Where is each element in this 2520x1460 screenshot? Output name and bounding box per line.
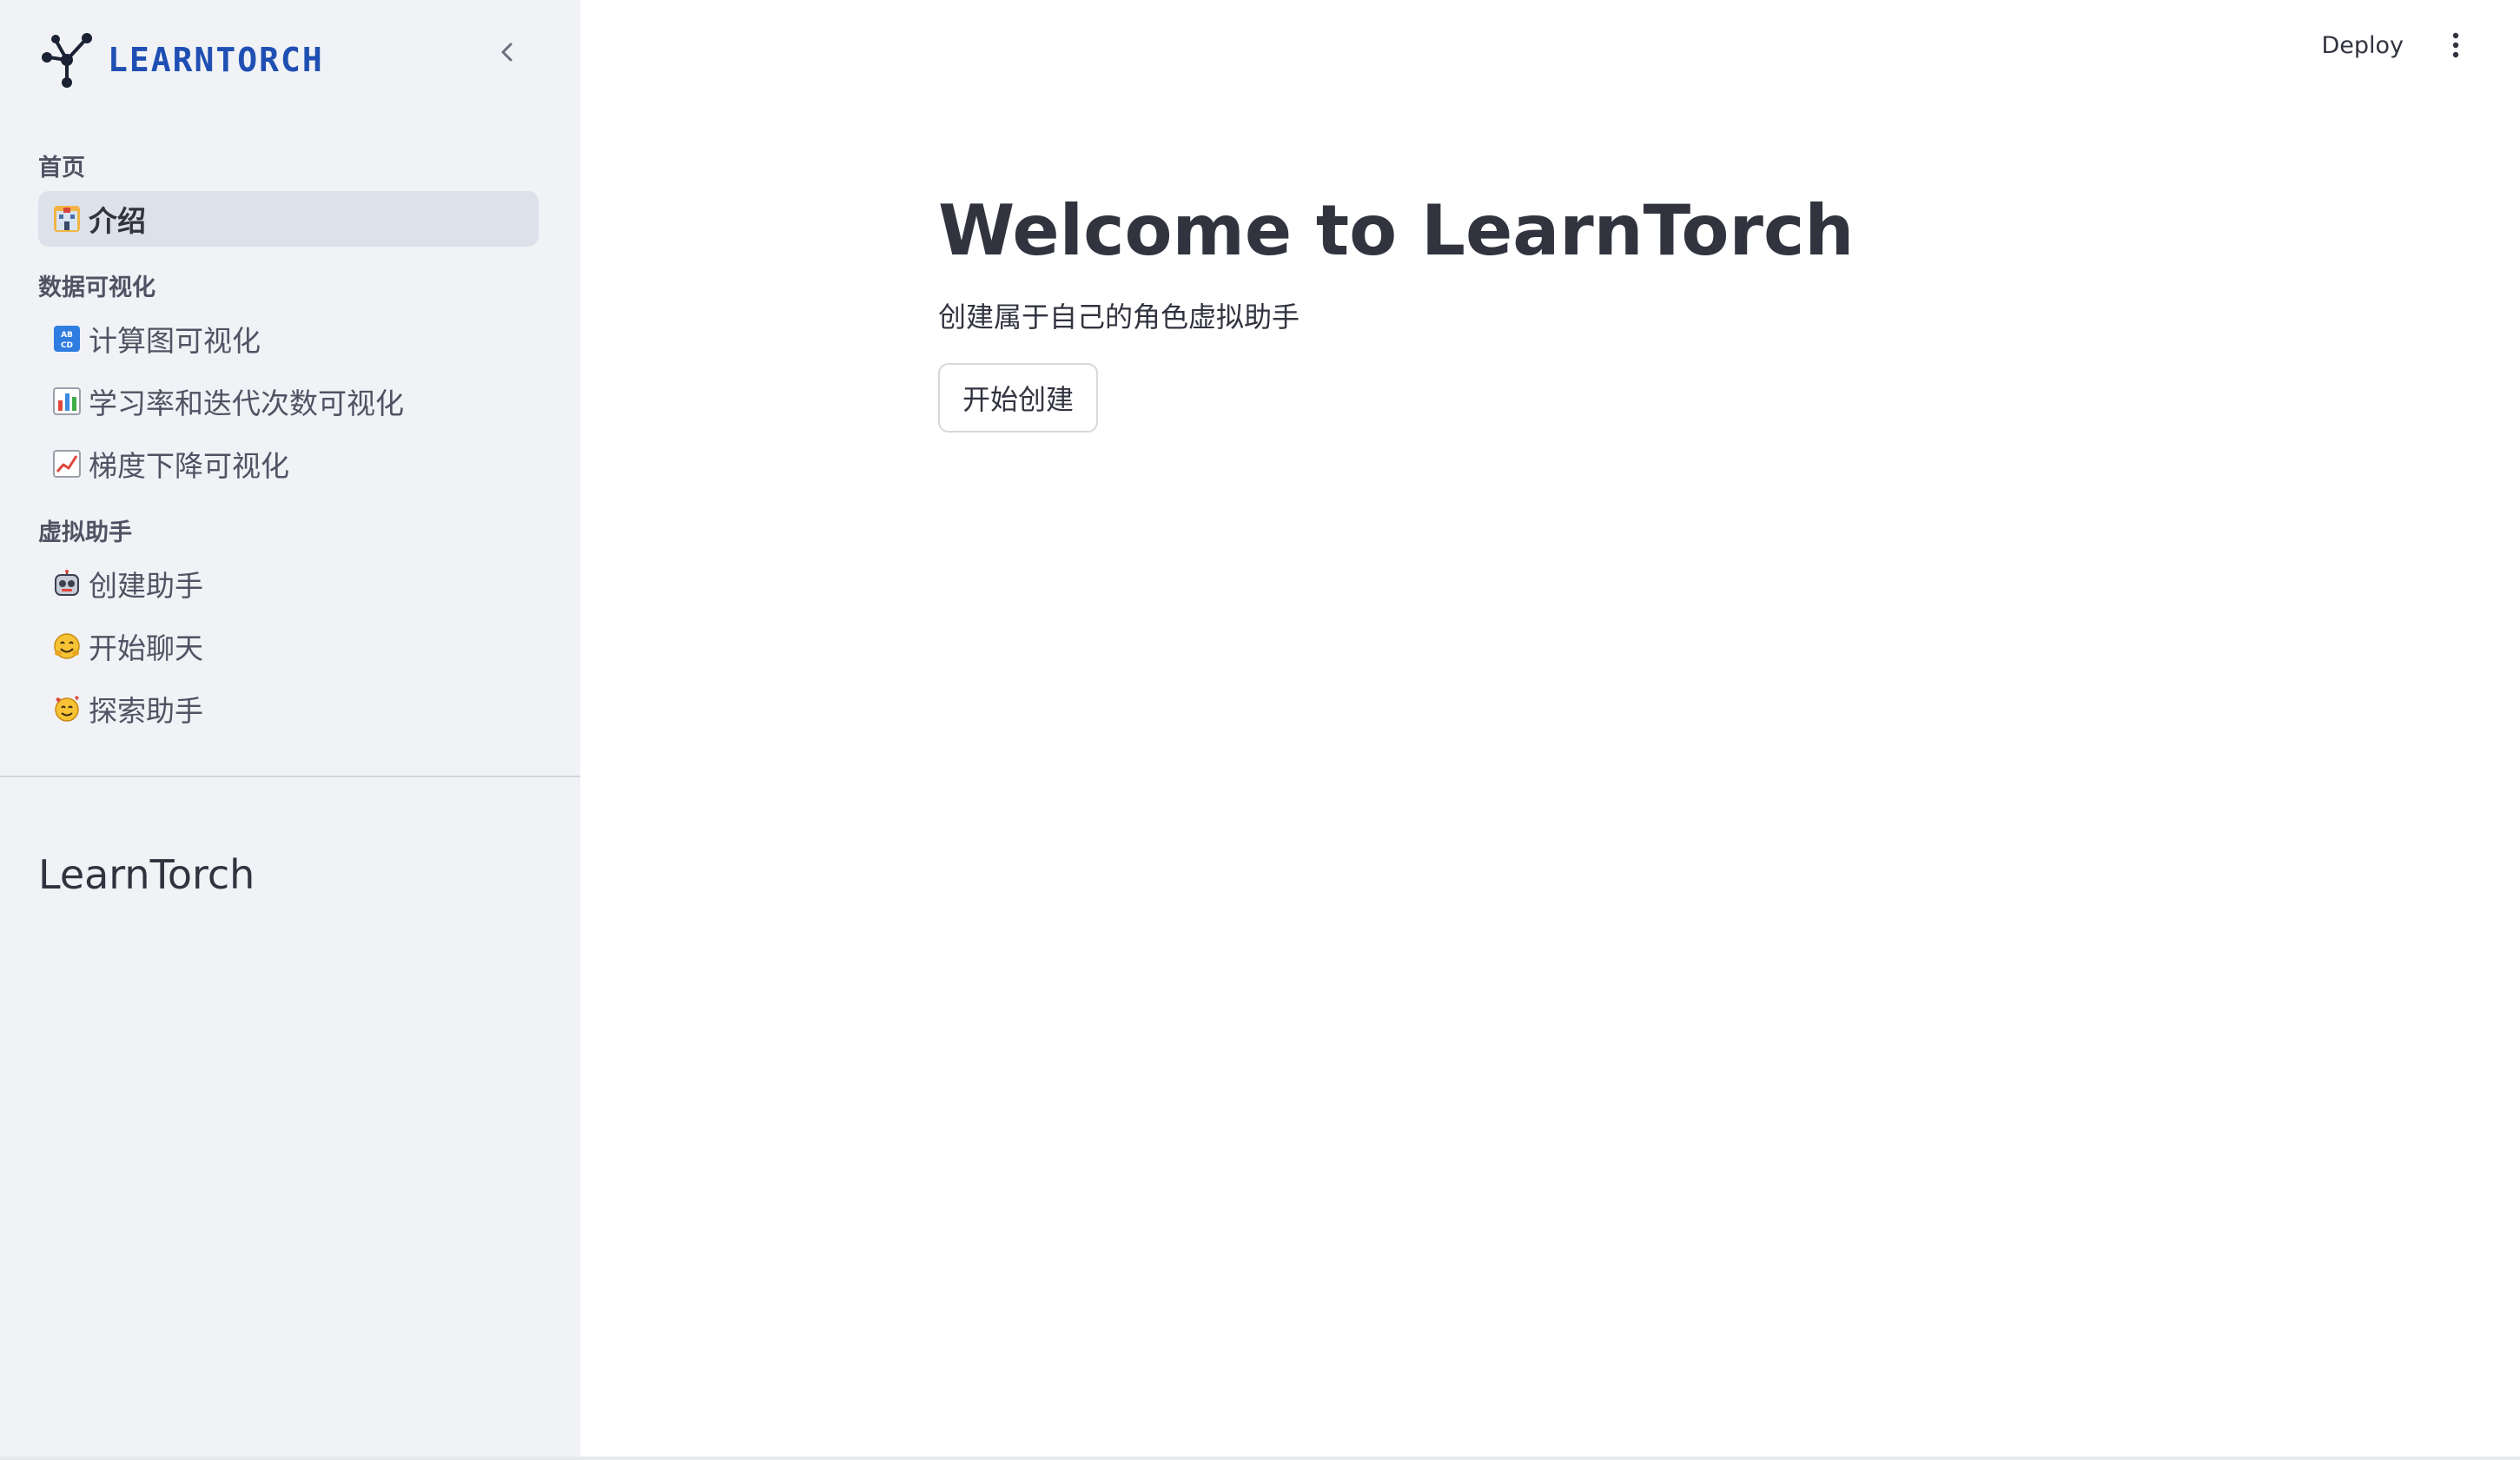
sidebar-item-explore-assistant[interactable]: 探索助手 bbox=[38, 681, 539, 737]
sidebar-item-create-assistant[interactable]: 创建助手 bbox=[38, 556, 539, 611]
page-subtitle: 创建属于自己的角色虚拟助手 bbox=[938, 301, 1300, 334]
page-title: Welcome to LearnTorch bbox=[938, 190, 1855, 271]
sidebar: LEARNTORCH 首页 介绍 数据可视化 AB CD 计算图可视化 学习率和… bbox=[0, 0, 580, 1460]
sidebar-nav: 首页 介绍 数据可视化 AB CD 计算图可视化 学习率和迭代次数可视化 梯度下… bbox=[38, 146, 539, 743]
hugging-face-icon bbox=[52, 631, 82, 661]
window-bottom-border bbox=[0, 1457, 2520, 1460]
nav-section-title-assistant: 虚拟助手 bbox=[38, 519, 132, 546]
smiling-face-hearts-icon bbox=[52, 694, 82, 723]
network-graph-icon bbox=[42, 33, 92, 88]
chevron-left-icon bbox=[501, 43, 513, 62]
main-menu-button[interactable] bbox=[2437, 26, 2475, 64]
sidebar-item-label: 梯度下降可视化 bbox=[89, 449, 289, 483]
svg-text:CD: CD bbox=[61, 341, 73, 350]
sidebar-item-label: 创建助手 bbox=[89, 569, 203, 603]
sidebar-item-label: 探索助手 bbox=[89, 694, 203, 728]
sidebar-footer-title: LearnTorch bbox=[38, 851, 255, 898]
sidebar-item-gradient-descent[interactable]: 梯度下降可视化 bbox=[38, 436, 539, 492]
brand-logo[interactable]: LEARNTORCH bbox=[38, 31, 324, 89]
brand-logo-text: LEARNTORCH bbox=[108, 41, 324, 79]
content-block: Welcome to LearnTorch 创建属于自己的角色虚拟助手 开始创建 bbox=[938, 182, 2328, 433]
sidebar-item-intro[interactable]: 介绍 bbox=[38, 191, 539, 247]
sidebar-item-label: 计算图可视化 bbox=[89, 324, 261, 358]
hospital-building-icon bbox=[52, 204, 82, 234]
bar-chart-icon bbox=[52, 386, 82, 416]
sidebar-item-computation-graph[interactable]: AB CD 计算图可视化 bbox=[38, 311, 539, 367]
deploy-button[interactable]: Deploy bbox=[2304, 23, 2421, 68]
top-toolbar: Deploy bbox=[2304, 0, 2520, 90]
sidebar-item-label: 开始聊天 bbox=[89, 631, 203, 665]
sidebar-divider bbox=[0, 776, 580, 777]
nav-section-title-home: 首页 bbox=[38, 155, 85, 182]
main-content: Deploy Welcome to LearnTorch 创建属于自己的角色虚拟… bbox=[580, 0, 2520, 1460]
collapse-sidebar-button[interactable] bbox=[488, 33, 526, 71]
sidebar-item-label: 介绍 bbox=[89, 204, 146, 238]
sidebar-item-learning-rate[interactable]: 学习率和迭代次数可视化 bbox=[38, 373, 539, 429]
sidebar-item-label: 学习率和迭代次数可视化 bbox=[89, 386, 404, 420]
start-create-button[interactable]: 开始创建 bbox=[938, 363, 1099, 433]
svg-text:AB: AB bbox=[61, 331, 73, 340]
app-window: LEARNTORCH 首页 介绍 数据可视化 AB CD 计算图可视化 学习率和… bbox=[0, 0, 2520, 1460]
sidebar-header: LEARNTORCH bbox=[0, 0, 580, 122]
nav-section-title-visualization: 数据可视化 bbox=[38, 274, 155, 301]
abcd-input-icon: AB CD bbox=[52, 324, 82, 353]
chart-increasing-icon bbox=[52, 449, 82, 479]
robot-face-icon bbox=[52, 569, 82, 598]
sidebar-item-start-chat[interactable]: 开始聊天 bbox=[38, 618, 539, 674]
vertical-ellipsis-icon bbox=[2452, 32, 2459, 58]
